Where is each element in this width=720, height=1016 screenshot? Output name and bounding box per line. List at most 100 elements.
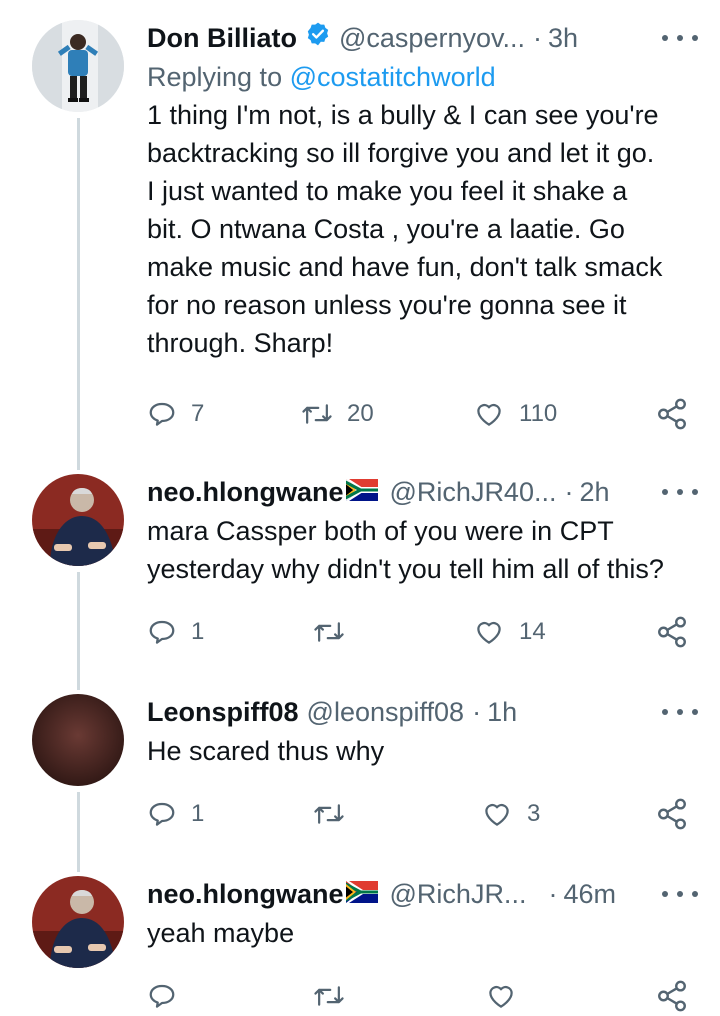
heart-icon [477, 403, 501, 426]
user-handle[interactable]: @leonspiff08 [307, 692, 465, 732]
user-handle[interactable]: @RichJR40... [390, 472, 557, 512]
tweet-actions [147, 976, 700, 1016]
timestamp[interactable]: 3h [548, 18, 578, 58]
heart-icon [489, 985, 513, 1008]
reply-count: 1 [191, 800, 205, 827]
reply-icon [149, 402, 175, 426]
tweet-text-line: for no reason unless you're gonna see it [147, 290, 627, 320]
share-button[interactable] [655, 612, 689, 652]
display-name[interactable]: Don Billiato [147, 18, 297, 58]
verified-badge-icon [305, 18, 331, 58]
retweet-count: 20 [347, 400, 374, 427]
timestamp[interactable]: 1h [487, 692, 517, 732]
timestamp[interactable]: 2h [579, 472, 609, 512]
display-name[interactable]: neo.hlongwane [147, 874, 344, 914]
separator-dot: · [564, 477, 574, 507]
more-options-icon[interactable] [662, 28, 698, 48]
tweet-text-line: 1 thing I'm not, is a bully & I can see … [147, 100, 659, 130]
tweet-header: Leonspiff08 @leonspiff08 · 1h [147, 692, 700, 732]
separator-dot: · [532, 23, 542, 53]
reply-button[interactable]: 1 [147, 612, 204, 652]
display-name[interactable]: Leonspiff08 [147, 692, 299, 732]
like-button[interactable]: 3 [481, 794, 540, 834]
share-button[interactable] [655, 976, 689, 1016]
mention-link[interactable]: @costatitchworld [290, 62, 496, 92]
retweet-icon [314, 622, 344, 642]
like-button[interactable]: 14 [473, 612, 546, 652]
display-name[interactable]: neo.hlongwane [147, 472, 344, 512]
tweet[interactable]: neo.hlongwane @RichJR40... · 2h mara Cas… [0, 472, 720, 672]
retweet-button[interactable] [313, 794, 359, 834]
share-icon [658, 398, 686, 430]
reply-icon [149, 984, 175, 1008]
reply-count: 7 [191, 400, 205, 427]
share-button[interactable] [655, 794, 689, 834]
avatar[interactable] [32, 474, 124, 566]
profile-photo-icon [32, 474, 124, 566]
like-button[interactable] [485, 976, 531, 1016]
more-options-icon[interactable] [662, 702, 698, 722]
reply-button[interactable]: 7 [147, 394, 204, 434]
replying-to: Replying to @costatitchworld [147, 58, 700, 96]
user-handle[interactable]: @caspernyov... [339, 18, 525, 58]
tweet[interactable]: Leonspiff08 @leonspiff08 · 1h He scared … [0, 692, 720, 852]
timestamp[interactable]: 46m [563, 874, 616, 914]
tweet-header: Don Billiato @caspernyov... · 3h [147, 18, 700, 58]
profile-photo-icon [32, 694, 124, 786]
profile-photo-icon [32, 20, 124, 112]
tweet-actions: 1 3 [147, 794, 700, 834]
share-icon [658, 980, 686, 1012]
tweet-text-line: mara Cassper both of you were in CPT [147, 516, 614, 546]
tweet-actions: 1 14 [147, 612, 700, 652]
tweet-text-line: yeah maybe [147, 918, 295, 948]
reply-button[interactable] [147, 976, 191, 1016]
tweet[interactable]: Don Billiato @caspernyov... · 3h Replyin… [0, 18, 720, 458]
replying-to-label: Replying to [147, 62, 283, 92]
more-options-icon[interactable] [662, 482, 698, 502]
tweet-text-line: I just wanted to make you feel it shake … [147, 176, 628, 206]
retweet-icon [314, 986, 344, 1006]
tweet-text: yeah maybe [147, 914, 700, 952]
retweet-icon [314, 804, 344, 824]
tweet-header: neo.hlongwane @RichJR... · 46m [147, 874, 700, 914]
like-button[interactable]: 110 [473, 394, 557, 434]
tweet-text: mara Cassper both of you were in CPT yes… [147, 512, 700, 588]
avatar[interactable] [32, 876, 124, 968]
separator-dot: · [472, 697, 482, 727]
tweet-text-line: He scared thus why [147, 736, 385, 766]
like-count: 110 [519, 400, 558, 427]
retweet-icon [302, 404, 332, 424]
avatar[interactable] [32, 694, 124, 786]
like-count: 14 [519, 618, 546, 645]
retweet-button[interactable]: 20 [301, 394, 374, 434]
avatar[interactable] [32, 20, 124, 112]
tweet-actions: 7 20 110 [147, 394, 700, 434]
heart-icon [485, 803, 509, 826]
retweet-button[interactable] [313, 976, 359, 1016]
reply-button[interactable]: 1 [147, 794, 204, 834]
tweet-text-line: through. Sharp! [147, 328, 334, 358]
reply-count: 1 [191, 618, 205, 645]
more-options-icon[interactable] [662, 884, 698, 904]
tweet-text-line: bit. O ntwana Costa , you're a laatie. G… [147, 214, 625, 244]
share-icon [658, 798, 686, 830]
tweet-text: 1 thing I'm not, is a bully & I can see … [147, 96, 700, 362]
south-africa-flag-icon [345, 874, 378, 914]
share-button[interactable] [655, 394, 689, 434]
user-handle[interactable]: @RichJR... [390, 874, 527, 914]
reply-icon [149, 802, 175, 826]
reply-icon [149, 620, 175, 644]
profile-photo-icon [32, 876, 124, 968]
heart-icon [477, 621, 501, 644]
separator-dot: · [548, 879, 558, 909]
share-icon [658, 616, 686, 648]
tweet-text: He scared thus why [147, 732, 700, 770]
south-africa-flag-icon [345, 472, 378, 512]
retweet-button[interactable] [313, 612, 359, 652]
tweet[interactable]: neo.hlongwane @RichJR... · 46m yeah mayb… [0, 874, 720, 1016]
tweet-text-line: backtracking so ill forgive you and let … [147, 138, 655, 168]
tweet-header: neo.hlongwane @RichJR40... · 2h [147, 472, 700, 512]
tweet-text-line: make music and have fun, don't talk smac… [147, 252, 663, 282]
tweet-text-line: yesterday why didn't you tell him all of… [147, 554, 664, 584]
like-count: 3 [527, 800, 541, 827]
